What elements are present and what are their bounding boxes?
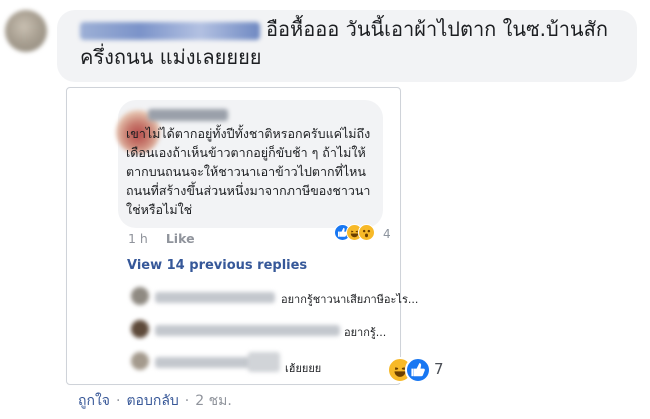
reply-text: เขาไม่ได้ตากอยู่ทั้งปีทั้งชาติหรอกครับแค… bbox=[126, 126, 371, 217]
wow-icon[interactable] bbox=[358, 224, 375, 241]
reply-reaction-count[interactable]: 4 bbox=[383, 227, 391, 241]
sub-reply-avatar[interactable] bbox=[131, 287, 149, 305]
reply-action[interactable]: ตอบกลับ bbox=[126, 393, 178, 409]
reply-author-name[interactable] bbox=[148, 109, 228, 121]
comment-time[interactable]: 2 ชม. bbox=[195, 393, 232, 409]
separator: · bbox=[184, 393, 190, 409]
reply-like-button[interactable]: Like bbox=[166, 231, 195, 246]
sub-reply-text: เฮ้ยยยย bbox=[285, 362, 322, 375]
sub-reply-text: อยากรู้ชาวนาเสียภาษีอะไร... bbox=[281, 293, 419, 306]
view-previous-replies-link[interactable]: View 14 previous replies bbox=[127, 258, 307, 273]
comment-text: อือหื้อออ วันนี้เอาผ้าไปตาก ในซ.บ้านสัก bbox=[266, 17, 608, 41]
like-action[interactable]: ถูกใจ bbox=[78, 393, 110, 409]
like-icon[interactable] bbox=[405, 357, 431, 383]
comment-actions: ถูกใจ · ตอบกลับ · 2 ชม. bbox=[78, 390, 232, 412]
sub-reply-author[interactable] bbox=[155, 325, 340, 336]
reply-meta: 1 h Like bbox=[128, 231, 195, 246]
comment-text-continued: ครึ่งถนน แม่งเลยยยย bbox=[80, 45, 262, 69]
sub-reply-author[interactable] bbox=[155, 292, 275, 303]
reply-time[interactable]: 1 h bbox=[128, 231, 148, 246]
sub-reply-text: อยากรู้... bbox=[344, 326, 387, 339]
separator: · bbox=[116, 393, 121, 409]
commenter-name[interactable] bbox=[80, 22, 260, 40]
sub-reply-author-blur bbox=[248, 352, 280, 372]
sub-reply-avatar[interactable] bbox=[131, 352, 149, 370]
sub-reply-avatar[interactable] bbox=[131, 320, 149, 338]
comment-reaction-count[interactable]: 7 bbox=[434, 360, 444, 378]
avatar[interactable] bbox=[5, 10, 47, 52]
